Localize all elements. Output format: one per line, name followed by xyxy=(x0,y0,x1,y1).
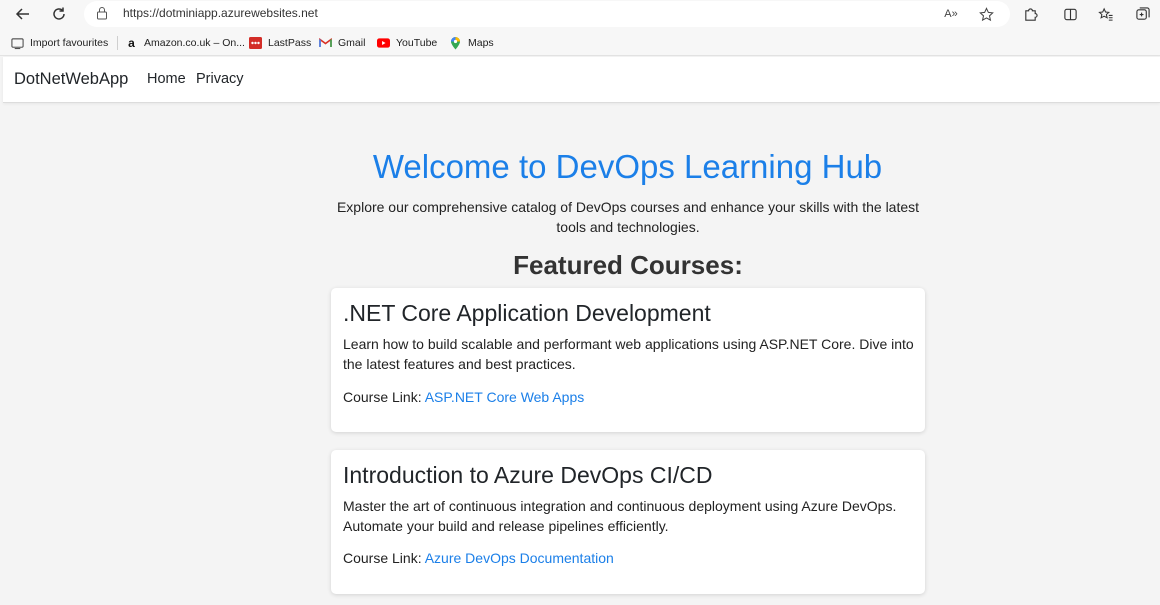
nav-link-privacy[interactable]: Privacy xyxy=(196,71,244,87)
favourite-import[interactable]: Import favourites xyxy=(11,34,108,52)
browser-toolbar: https://dotminiapp.azurewebsites.net A» xyxy=(0,0,1160,30)
course-card: Introduction to Azure DevOps CI/CD Maste… xyxy=(331,450,925,594)
course-link-prefix: Course Link: xyxy=(343,550,422,566)
import-icon xyxy=(11,37,24,50)
course-link[interactable]: Azure DevOps Documentation xyxy=(425,550,614,566)
favourites-button[interactable] xyxy=(1093,1,1119,27)
favourite-label: LastPass xyxy=(268,37,312,49)
favourite-lastpass[interactable]: LastPass xyxy=(249,34,311,52)
favourite-star-icon[interactable] xyxy=(977,5,995,23)
favourite-maps[interactable]: Maps xyxy=(449,34,494,52)
course-card: .NET Core Application Development Learn … xyxy=(331,288,925,432)
amazon-icon: a xyxy=(128,36,135,50)
lastpass-icon xyxy=(249,37,262,50)
navbar-brand[interactable]: DotNetWebApp xyxy=(14,70,128,89)
read-aloud-icon[interactable]: A» xyxy=(942,5,960,23)
back-arrow-icon xyxy=(15,8,29,20)
youtube-icon xyxy=(377,37,390,50)
favourites-bar: Import favourites a Amazon.co.uk – On...… xyxy=(0,30,1160,56)
gmail-icon xyxy=(319,37,332,50)
featured-heading: Featured Courses: xyxy=(513,250,743,280)
split-screen-icon xyxy=(1063,8,1077,20)
nav-link-home[interactable]: Home xyxy=(147,71,186,87)
favourite-youtube[interactable]: YouTube xyxy=(377,34,437,52)
extensions-button[interactable] xyxy=(1017,1,1043,27)
app-navbar: DotNetWebApp Home Privacy xyxy=(3,57,1160,103)
course-description: Learn how to build scalable and performa… xyxy=(343,336,914,372)
maps-icon xyxy=(449,37,462,50)
course-link-prefix: Course Link: xyxy=(343,389,422,405)
refresh-button[interactable] xyxy=(46,1,72,27)
favourite-label: Amazon.co.uk – On... xyxy=(144,37,245,49)
favourite-label: Import favourites xyxy=(30,37,109,49)
favourite-gmail[interactable]: Gmail xyxy=(319,34,365,52)
course-link-row: Course Link: Azure DevOps Documentation xyxy=(343,550,614,566)
puzzle-icon xyxy=(1024,7,1038,21)
refresh-icon xyxy=(53,7,65,20)
course-title: .NET Core Application Development xyxy=(343,300,711,326)
hero-description: Explore our comprehensive catalog of Dev… xyxy=(336,199,920,235)
address-bar[interactable]: https://dotminiapp.azurewebsites.net A» xyxy=(84,1,1010,27)
favourite-label: YouTube xyxy=(396,37,438,49)
favourites-divider xyxy=(117,36,118,50)
page-title: Welcome to DevOps Learning Hub xyxy=(372,148,883,185)
url-text[interactable]: https://dotminiapp.azurewebsites.net xyxy=(123,6,318,20)
favourites-list-icon xyxy=(1098,7,1113,21)
back-button[interactable] xyxy=(10,1,36,27)
course-description: Master the art of continuous integration… xyxy=(343,498,897,534)
course-title: Introduction to Azure DevOps CI/CD xyxy=(343,462,713,488)
lock-icon xyxy=(96,6,108,25)
favourite-label: Maps xyxy=(468,37,494,49)
course-link-row: Course Link: ASP.NET Core Web Apps xyxy=(343,389,584,405)
course-link[interactable]: ASP.NET Core Web Apps xyxy=(425,389,585,405)
favourite-label: Gmail xyxy=(338,37,366,49)
favourite-amazon[interactable]: a Amazon.co.uk – On... xyxy=(125,34,245,52)
collections-button[interactable] xyxy=(1130,1,1156,27)
split-screen-button[interactable] xyxy=(1057,1,1083,27)
collections-icon xyxy=(1136,6,1150,20)
